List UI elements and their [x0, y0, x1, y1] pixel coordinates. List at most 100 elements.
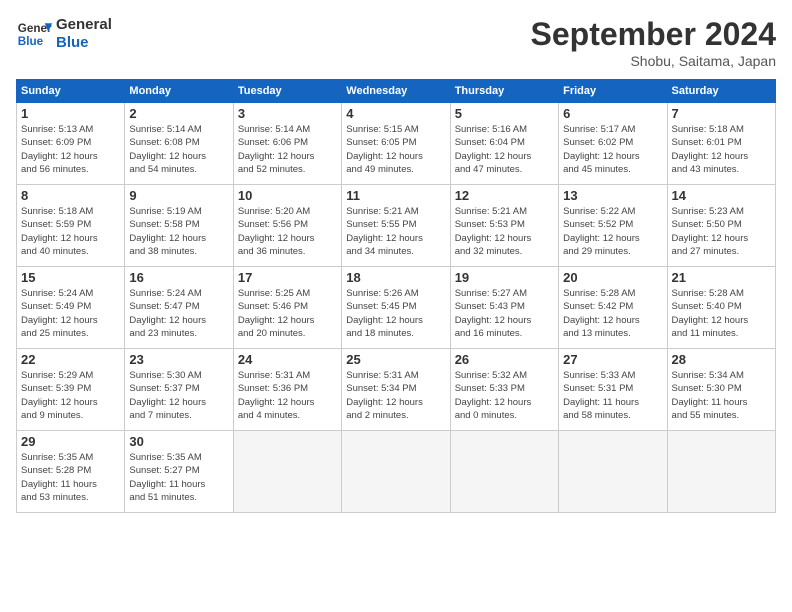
day-info: Sunrise: 5:24 AM Sunset: 5:49 PM Dayligh… — [21, 287, 120, 340]
day-number: 3 — [238, 106, 337, 121]
day-number: 25 — [346, 352, 445, 367]
generalblue-logo-icon: General Blue — [16, 16, 52, 52]
day-info: Sunrise: 5:19 AM Sunset: 5:58 PM Dayligh… — [129, 205, 228, 258]
day-info: Sunrise: 5:18 AM Sunset: 6:01 PM Dayligh… — [672, 123, 771, 176]
day-info: Sunrise: 5:29 AM Sunset: 5:39 PM Dayligh… — [21, 369, 120, 422]
table-row: 28 Sunrise: 5:34 AM Sunset: 5:30 PM Dayli… — [667, 349, 775, 431]
day-info: Sunrise: 5:27 AM Sunset: 5:43 PM Dayligh… — [455, 287, 554, 340]
table-row: 10 Sunrise: 5:20 AM Sunset: 5:56 PM Dayli… — [233, 185, 341, 267]
day-info: Sunrise: 5:18 AM Sunset: 5:59 PM Dayligh… — [21, 205, 120, 258]
calendar-header-row: Sunday Monday Tuesday Wednesday Thursday… — [17, 80, 776, 103]
table-row: 29 Sunrise: 5:35 AM Sunset: 5:28 PM Dayli… — [17, 431, 125, 513]
table-row: 2Sunrise: 5:14 AM Sunset: 6:08 PM Daylig… — [125, 103, 233, 185]
day-number: 27 — [563, 352, 662, 367]
day-info: Sunrise: 5:22 AM Sunset: 5:52 PM Dayligh… — [563, 205, 662, 258]
day-info: Sunrise: 5:28 AM Sunset: 5:42 PM Dayligh… — [563, 287, 662, 340]
day-number: 30 — [129, 434, 228, 449]
table-row — [667, 431, 775, 513]
calendar-table: Sunday Monday Tuesday Wednesday Thursday… — [16, 79, 776, 513]
logo: General Blue General Blue — [16, 16, 112, 52]
day-number: 15 — [21, 270, 120, 285]
day-number: 12 — [455, 188, 554, 203]
day-info: Sunrise: 5:13 AM Sunset: 6:09 PM Dayligh… — [21, 123, 120, 176]
day-info: Sunrise: 5:28 AM Sunset: 5:40 PM Dayligh… — [672, 287, 771, 340]
table-row — [233, 431, 341, 513]
table-row: 7 Sunrise: 5:18 AM Sunset: 6:01 PM Daylig… — [667, 103, 775, 185]
logo-general: General — [56, 16, 112, 34]
col-wednesday: Wednesday — [342, 80, 450, 103]
day-info: Sunrise: 5:16 AM Sunset: 6:04 PM Dayligh… — [455, 123, 554, 176]
table-row: 30 Sunrise: 5:35 AM Sunset: 5:27 PM Dayli… — [125, 431, 233, 513]
month-title: September 2024 — [531, 16, 776, 53]
day-number: 7 — [672, 106, 771, 121]
table-row: 26 Sunrise: 5:32 AM Sunset: 5:33 PM Dayli… — [450, 349, 558, 431]
day-info: Sunrise: 5:14 AM Sunset: 6:06 PM Dayligh… — [238, 123, 337, 176]
col-saturday: Saturday — [667, 80, 775, 103]
col-friday: Friday — [559, 80, 667, 103]
day-number: 10 — [238, 188, 337, 203]
day-number: 13 — [563, 188, 662, 203]
day-info: Sunrise: 5:33 AM Sunset: 5:31 PM Dayligh… — [563, 369, 662, 422]
day-info: Sunrise: 5:21 AM Sunset: 5:55 PM Dayligh… — [346, 205, 445, 258]
day-number: 28 — [672, 352, 771, 367]
table-row: 9 Sunrise: 5:19 AM Sunset: 5:58 PM Daylig… — [125, 185, 233, 267]
table-row: 19 Sunrise: 5:27 AM Sunset: 5:43 PM Dayli… — [450, 267, 558, 349]
day-info: Sunrise: 5:30 AM Sunset: 5:37 PM Dayligh… — [129, 369, 228, 422]
day-info: Sunrise: 5:24 AM Sunset: 5:47 PM Dayligh… — [129, 287, 228, 340]
table-row: 23 Sunrise: 5:30 AM Sunset: 5:37 PM Dayli… — [125, 349, 233, 431]
day-info: Sunrise: 5:26 AM Sunset: 5:45 PM Dayligh… — [346, 287, 445, 340]
day-info: Sunrise: 5:34 AM Sunset: 5:30 PM Dayligh… — [672, 369, 771, 422]
day-number: 5 — [455, 106, 554, 121]
table-row: 13 Sunrise: 5:22 AM Sunset: 5:52 PM Dayli… — [559, 185, 667, 267]
day-number: 18 — [346, 270, 445, 285]
day-info: Sunrise: 5:23 AM Sunset: 5:50 PM Dayligh… — [672, 205, 771, 258]
calendar-week-5: 29 Sunrise: 5:35 AM Sunset: 5:28 PM Dayli… — [17, 431, 776, 513]
logo-blue: Blue — [56, 34, 112, 52]
day-info: Sunrise: 5:20 AM Sunset: 5:56 PM Dayligh… — [238, 205, 337, 258]
calendar-week-3: 15 Sunrise: 5:24 AM Sunset: 5:49 PM Dayli… — [17, 267, 776, 349]
day-number: 29 — [21, 434, 120, 449]
day-info: Sunrise: 5:31 AM Sunset: 5:34 PM Dayligh… — [346, 369, 445, 422]
day-number: 26 — [455, 352, 554, 367]
location: Shobu, Saitama, Japan — [531, 53, 776, 69]
col-tuesday: Tuesday — [233, 80, 341, 103]
table-row: 15 Sunrise: 5:24 AM Sunset: 5:49 PM Dayli… — [17, 267, 125, 349]
day-info: Sunrise: 5:17 AM Sunset: 6:02 PM Dayligh… — [563, 123, 662, 176]
table-row: 8 Sunrise: 5:18 AM Sunset: 5:59 PM Daylig… — [17, 185, 125, 267]
table-row: 4Sunrise: 5:15 AM Sunset: 6:05 PM Daylig… — [342, 103, 450, 185]
day-number: 2 — [129, 106, 228, 121]
col-monday: Monday — [125, 80, 233, 103]
table-row: 22 Sunrise: 5:29 AM Sunset: 5:39 PM Dayli… — [17, 349, 125, 431]
day-number: 20 — [563, 270, 662, 285]
day-number: 1 — [21, 106, 120, 121]
day-number: 19 — [455, 270, 554, 285]
table-row: 17Sunrise: 5:25 AM Sunset: 5:46 PM Dayli… — [233, 267, 341, 349]
table-row: 6Sunrise: 5:17 AM Sunset: 6:02 PM Daylig… — [559, 103, 667, 185]
page: General Blue General Blue September 2024… — [0, 0, 792, 612]
table-row: 16 Sunrise: 5:24 AM Sunset: 5:47 PM Dayli… — [125, 267, 233, 349]
table-row: 27 Sunrise: 5:33 AM Sunset: 5:31 PM Dayli… — [559, 349, 667, 431]
day-info: Sunrise: 5:32 AM Sunset: 5:33 PM Dayligh… — [455, 369, 554, 422]
col-thursday: Thursday — [450, 80, 558, 103]
table-row: 1 Sunrise: 5:13 AM Sunset: 6:09 PM Daylig… — [17, 103, 125, 185]
col-sunday: Sunday — [17, 80, 125, 103]
day-number: 16 — [129, 270, 228, 285]
day-info: Sunrise: 5:35 AM Sunset: 5:27 PM Dayligh… — [129, 451, 228, 504]
day-number: 24 — [238, 352, 337, 367]
table-row — [450, 431, 558, 513]
day-number: 22 — [21, 352, 120, 367]
table-row: 25 Sunrise: 5:31 AM Sunset: 5:34 PM Dayli… — [342, 349, 450, 431]
day-number: 21 — [672, 270, 771, 285]
table-row: 21 Sunrise: 5:28 AM Sunset: 5:40 PM Dayli… — [667, 267, 775, 349]
day-number: 23 — [129, 352, 228, 367]
day-number: 9 — [129, 188, 228, 203]
table-row: 5 Sunrise: 5:16 AM Sunset: 6:04 PM Daylig… — [450, 103, 558, 185]
day-info: Sunrise: 5:35 AM Sunset: 5:28 PM Dayligh… — [21, 451, 120, 504]
table-row: 24 Sunrise: 5:31 AM Sunset: 5:36 PM Dayli… — [233, 349, 341, 431]
day-number: 17 — [238, 270, 337, 285]
day-number: 8 — [21, 188, 120, 203]
calendar-week-2: 8 Sunrise: 5:18 AM Sunset: 5:59 PM Daylig… — [17, 185, 776, 267]
svg-text:Blue: Blue — [18, 35, 44, 48]
day-number: 14 — [672, 188, 771, 203]
day-info: Sunrise: 5:31 AM Sunset: 5:36 PM Dayligh… — [238, 369, 337, 422]
